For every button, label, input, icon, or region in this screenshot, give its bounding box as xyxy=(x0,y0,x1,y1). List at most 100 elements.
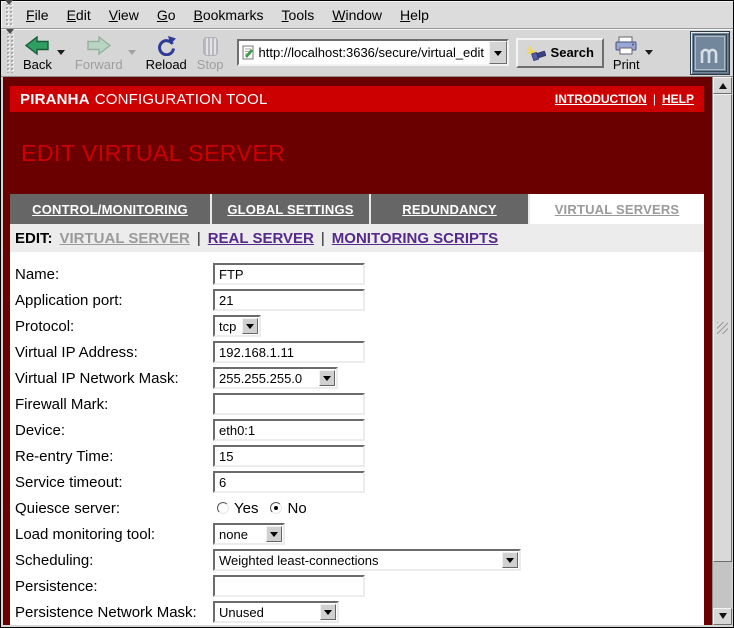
field-row-virtual-ip-address: Virtual IP Address: xyxy=(10,339,704,365)
select-protocol[interactable]: tcp xyxy=(213,315,261,337)
field-row-application-port: Application port: xyxy=(10,287,704,313)
print-button[interactable]: Print xyxy=(608,31,645,75)
field-label-name: Name: xyxy=(15,266,213,283)
input-virtual-ip-address[interactable] xyxy=(213,341,365,363)
menu-file[interactable]: File xyxy=(17,7,58,23)
tab-virtual-servers[interactable]: VIRTUAL SERVERS xyxy=(530,194,704,224)
header-link-help[interactable]: HELP xyxy=(662,92,694,106)
tab-global-settings[interactable]: GLOBAL SETTINGS xyxy=(212,194,371,224)
input-name[interactable] xyxy=(213,263,365,285)
url-input[interactable] xyxy=(258,43,489,62)
field-row-scheduling: Scheduling:Weighted least-connections xyxy=(10,547,704,573)
field-label-application-port: Application port: xyxy=(15,292,213,309)
input-service-timeout[interactable] xyxy=(213,471,365,493)
back-button[interactable]: Back xyxy=(18,31,57,75)
radio-button xyxy=(217,502,229,514)
field-label-persistence-network-mask: Persistence Network Mask: xyxy=(15,604,213,621)
input-persistence[interactable] xyxy=(213,575,365,597)
scroll-up-button[interactable] xyxy=(713,77,732,94)
field-label-scheduling: Scheduling: xyxy=(15,552,213,569)
select-dropdown-arrow-icon xyxy=(266,526,282,542)
vertical-scrollbar xyxy=(712,77,732,625)
select-persistence-network-mask[interactable]: Unused xyxy=(213,601,339,623)
subnav-prefix: EDIT: xyxy=(15,230,53,247)
reload-button[interactable]: Reload xyxy=(141,31,192,75)
select-scheduling[interactable]: Weighted least-connections xyxy=(213,549,521,571)
menu-window[interactable]: Window xyxy=(323,7,391,23)
tab-bar: CONTROL/MONITORINGGLOBAL SETTINGSREDUNDA… xyxy=(10,194,704,224)
field-row-quiesce-server: Quiesce server: Yes No xyxy=(10,495,704,521)
menu-edit[interactable]: Edit xyxy=(58,7,100,23)
scrollbar-thumb[interactable] xyxy=(713,94,732,562)
stop-button[interactable]: Stop xyxy=(192,31,229,75)
stop-icon xyxy=(203,34,218,56)
subnav-link-virtual-server[interactable]: VIRTUAL SERVER xyxy=(60,230,190,247)
scroll-down-button[interactable] xyxy=(713,608,732,625)
mozilla-logo[interactable] xyxy=(690,31,730,75)
field-label-quiesce-server: Quiesce server: xyxy=(15,500,213,517)
reload-label: Reload xyxy=(146,58,187,71)
field-label-load-monitoring-tool: Load monitoring tool: xyxy=(15,526,213,543)
subnav-link-monitoring-scripts[interactable]: MONITORING SCRIPTS xyxy=(332,230,498,247)
select-value: Unused xyxy=(215,605,320,620)
menu-view[interactable]: View xyxy=(100,7,148,23)
select-dropdown-arrow-icon xyxy=(320,604,336,620)
menu-bookmarks[interactable]: Bookmarks xyxy=(185,7,273,23)
back-dropdown-arrow[interactable] xyxy=(57,50,65,59)
input-re-entry-time[interactable] xyxy=(213,445,365,467)
input-application-port[interactable] xyxy=(213,289,365,311)
menu-go[interactable]: Go xyxy=(148,7,185,23)
field-row-virtual-ip-network-mask: Virtual IP Network Mask:255.255.255.0 xyxy=(10,365,704,391)
field-label-device: Device: xyxy=(15,422,213,439)
select-value: none xyxy=(215,527,266,542)
toolbar-grip-handle[interactable] xyxy=(6,33,14,73)
select-load-monitoring-tool[interactable]: none xyxy=(213,523,285,545)
select-value: 255.255.255.0 xyxy=(215,371,319,386)
menubar-grip-handle[interactable] xyxy=(5,4,13,26)
print-dropdown-arrow[interactable] xyxy=(645,50,653,59)
radio-label: Yes xyxy=(234,500,258,517)
field-row-service-timeout: Service timeout: xyxy=(10,469,704,495)
forward-dropdown-arrow[interactable] xyxy=(128,50,136,59)
input-firewall-mark[interactable] xyxy=(213,393,365,415)
field-row-firewall-mark: Firewall Mark: xyxy=(10,391,704,417)
tab-control-monitoring[interactable]: CONTROL/MONITORING xyxy=(10,194,212,224)
search-label: Search xyxy=(551,45,594,60)
radio-button xyxy=(270,502,282,514)
url-bar xyxy=(237,39,509,66)
subnav-link-real-server[interactable]: REAL SERVER xyxy=(208,230,314,247)
scrollbar-track[interactable] xyxy=(713,94,732,608)
reload-icon xyxy=(155,34,177,56)
tab-redundancy[interactable]: REDUNDANCY xyxy=(371,194,530,224)
forward-label: Forward xyxy=(75,58,123,71)
field-label-persistence: Persistence: xyxy=(15,578,213,595)
menu-bar: FileEditViewGoBookmarksToolsWindowHelp xyxy=(1,1,733,29)
header-links: INTRODUCTION | HELP xyxy=(555,92,694,106)
forward-button[interactable]: Forward xyxy=(70,31,128,75)
brand-name: PIRANHA xyxy=(20,91,90,108)
browser-window: FileEditViewGoBookmarksToolsWindowHelp B… xyxy=(0,0,734,628)
field-row-re-entry-time: Re-entry Time: xyxy=(10,443,704,469)
print-label: Print xyxy=(613,58,640,71)
radio-option-yes[interactable]: Yes xyxy=(217,500,258,517)
select-dropdown-arrow-icon xyxy=(502,552,518,568)
edit-subnav: EDIT:VIRTUAL SERVER|REAL SERVER|MONITORI… xyxy=(10,224,704,252)
header-link-introduction[interactable]: INTRODUCTION xyxy=(555,92,647,106)
field-label-virtual-ip-network-mask: Virtual IP Network Mask: xyxy=(15,370,213,387)
field-row-protocol: Protocol:tcp xyxy=(10,313,704,339)
field-label-service-timeout: Service timeout: xyxy=(15,474,213,491)
header-link-separator: | xyxy=(653,92,656,106)
select-dropdown-arrow-icon xyxy=(242,318,258,334)
input-device[interactable] xyxy=(213,419,365,441)
radio-option-no[interactable]: No xyxy=(270,500,306,517)
url-dropdown-button[interactable] xyxy=(489,41,507,64)
search-button[interactable]: Search xyxy=(516,38,604,68)
select-virtual-ip-network-mask[interactable]: 255.255.255.0 xyxy=(213,367,338,389)
menu-tools[interactable]: Tools xyxy=(273,7,324,23)
navigation-toolbar: Back Forward Reload xyxy=(1,29,733,77)
field-row-persistence: Persistence: xyxy=(10,573,704,599)
menu-help[interactable]: Help xyxy=(391,7,438,23)
menu-items: FileEditViewGoBookmarksToolsWindowHelp xyxy=(17,7,438,23)
flashlight-icon xyxy=(526,45,546,61)
app-header: PIRANHA CONFIGURATION TOOL INTRODUCTION|… xyxy=(10,86,704,112)
